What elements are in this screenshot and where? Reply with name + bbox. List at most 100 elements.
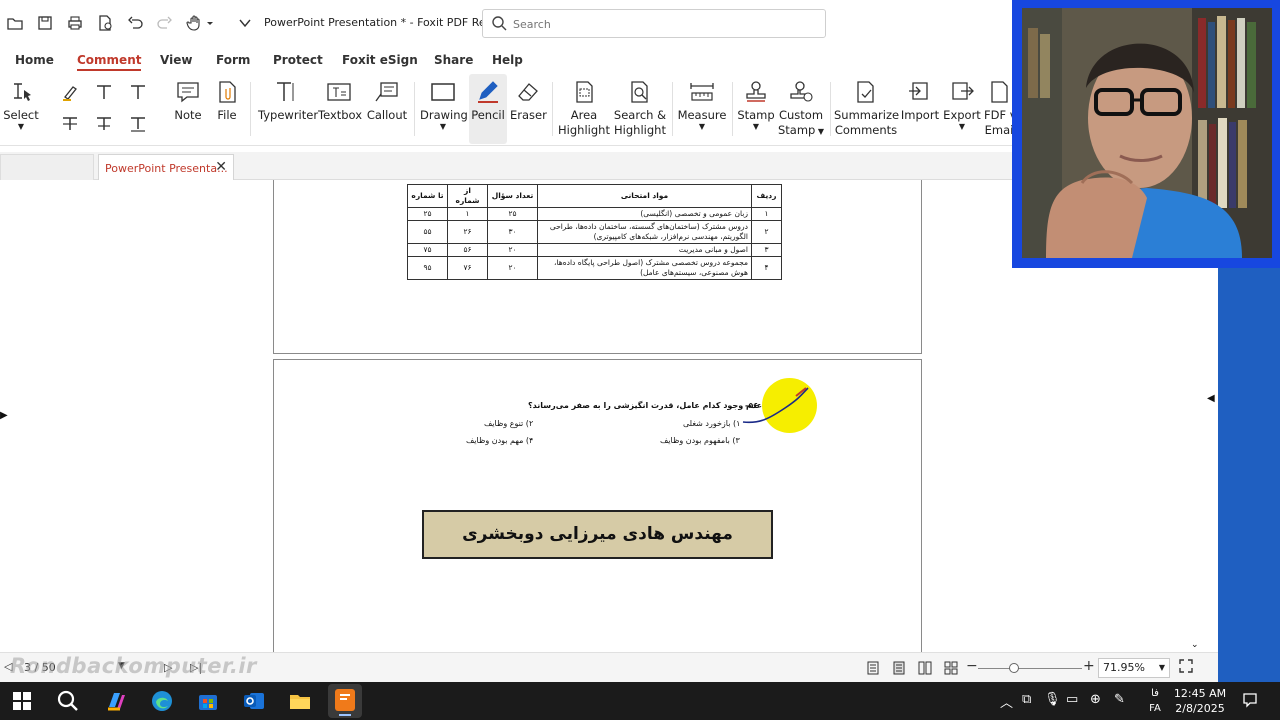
continuous-view-icon[interactable] xyxy=(892,661,906,678)
tab-view[interactable]: View xyxy=(160,53,192,67)
tab-comment[interactable]: Comment xyxy=(77,53,142,71)
eraser-button[interactable]: Eraser xyxy=(510,74,547,144)
notifications-icon[interactable] xyxy=(1242,692,1258,712)
callout-button[interactable]: Callout xyxy=(366,74,408,144)
select-text-icon xyxy=(14,83,31,101)
microsoft-store-icon[interactable] xyxy=(196,689,220,713)
table-cell: زبان عمومی و تخصصی (انگلیسی) xyxy=(537,207,752,221)
language-indicator[interactable]: فا FA xyxy=(1146,686,1164,716)
zoom-slider-track[interactable] xyxy=(978,668,1082,669)
start-tab[interactable] xyxy=(0,154,94,180)
open-folder-icon[interactable] xyxy=(6,14,24,32)
network-globe-icon[interactable]: ⊕ xyxy=(1090,692,1101,707)
hand-tool-icon[interactable] xyxy=(186,14,216,32)
single-page-view-icon[interactable] xyxy=(866,661,880,678)
replace-text-icon[interactable] xyxy=(94,82,114,102)
table-cell: ۷۶ xyxy=(447,256,488,280)
file-explorer-icon[interactable] xyxy=(288,689,312,713)
table-cell: ۲۵ xyxy=(407,207,448,221)
facing-view-icon[interactable] xyxy=(918,661,932,678)
continuous-facing-view-icon[interactable] xyxy=(944,661,958,678)
system-clock[interactable]: 12:45 AM 2/8/2025 xyxy=(1168,686,1232,716)
zoom-out-icon[interactable]: − xyxy=(966,658,978,674)
area-highlight-button[interactable]: Area Highlight xyxy=(558,74,610,144)
save-icon[interactable] xyxy=(36,14,54,32)
pencil-button[interactable]: Pencil xyxy=(469,74,507,144)
fullscreen-icon[interactable] xyxy=(1179,659,1193,676)
right-panel-expand-icon[interactable]: ◀ xyxy=(1207,393,1215,404)
textbox-icon xyxy=(327,83,351,101)
search-input[interactable] xyxy=(513,15,813,33)
meet-now-icon[interactable]: ⧉ xyxy=(1022,692,1031,707)
battery-icon[interactable]: ▭ xyxy=(1066,692,1078,707)
squiggly-text-icon[interactable] xyxy=(128,114,148,134)
search-icon xyxy=(491,15,507,35)
note-button[interactable]: Note xyxy=(170,74,206,144)
search-highlight-button[interactable]: Search & Highlight xyxy=(612,74,668,144)
question-option: ۴) مهم بودن وظایف xyxy=(466,436,534,445)
document-tab[interactable]: PowerPoint Presenta... ✕ xyxy=(98,154,234,181)
tab-protect[interactable]: Protect xyxy=(273,53,323,67)
ribbon-separator xyxy=(552,82,553,136)
document-properties-icon[interactable] xyxy=(96,14,114,32)
show-hidden-icons-icon[interactable]: ︿ xyxy=(1000,692,1013,711)
quick-access-dropdown-icon[interactable] xyxy=(236,14,254,32)
import-button[interactable]: Import xyxy=(900,74,940,144)
copilot-icon[interactable] xyxy=(104,689,128,713)
ribbon-separator xyxy=(732,82,733,136)
presenter-video xyxy=(1022,8,1272,258)
table-cell: ۳۰ xyxy=(487,220,538,244)
foxit-pdf-taskbar-icon[interactable] xyxy=(328,684,362,718)
drawing-button[interactable]: Drawing ▼ xyxy=(420,74,468,144)
pen-icon[interactable]: ✎ xyxy=(1114,692,1125,707)
microphone-icon[interactable]: 🎙 xyxy=(1044,692,1061,707)
file-attachment-button[interactable]: File xyxy=(210,74,244,144)
close-tab-icon[interactable]: ✕ xyxy=(215,159,227,175)
table-header: ردیف xyxy=(751,184,782,208)
undo-icon[interactable] xyxy=(126,14,144,32)
tab-home[interactable]: Home xyxy=(15,53,54,67)
zoom-in-icon[interactable]: + xyxy=(1083,658,1095,674)
edge-browser-icon[interactable] xyxy=(150,689,174,713)
measure-button[interactable]: Measure ▼ xyxy=(676,74,728,144)
textbox-button[interactable]: Textbox xyxy=(318,74,362,144)
import-icon xyxy=(909,82,928,100)
file-attachment-icon xyxy=(219,81,236,103)
highlight-icon[interactable] xyxy=(60,82,80,102)
scroll-down-icon[interactable]: ⌄ xyxy=(1191,640,1199,650)
print-icon[interactable] xyxy=(66,14,84,32)
tab-form[interactable]: Form xyxy=(216,53,250,67)
insert-text-icon[interactable] xyxy=(128,82,148,102)
typewriter-button[interactable]: Typewriter xyxy=(258,74,318,144)
tab-help[interactable]: Help xyxy=(492,53,523,67)
question-option: ۳) بامفهوم بودن وظایف xyxy=(660,436,740,445)
windows-start-icon[interactable] xyxy=(10,689,34,713)
fdf-email-button[interactable]: FDF v Emai xyxy=(984,74,1014,144)
stamp-button[interactable]: Stamp ▼ xyxy=(737,74,775,144)
summarize-comments-button[interactable]: Summarize Comments xyxy=(834,74,899,144)
table-header-row: ردیف مواد امتحانی تعداد سؤال از شماره تا… xyxy=(407,184,782,208)
zoom-slider-handle[interactable] xyxy=(1009,663,1019,673)
typewriter-icon xyxy=(277,82,294,101)
windows-taskbar: ︿ ⧉ 🎙 ▭ ⊕ ✎ فا FA 12:45 AM 2/8/2025 xyxy=(0,682,1280,720)
left-panel-expand-icon[interactable]: ▶ xyxy=(0,410,8,421)
tab-foxit-esign[interactable]: Foxit eSign xyxy=(342,53,418,67)
ribbon-separator xyxy=(414,82,415,136)
table-cell: ۳ xyxy=(751,243,782,257)
table-cell: ۱ xyxy=(751,207,782,221)
export-button[interactable]: Export ▼ xyxy=(942,74,982,144)
tab-share[interactable]: Share xyxy=(434,53,473,67)
redo-icon[interactable] xyxy=(156,14,174,32)
outlook-icon[interactable] xyxy=(242,689,266,713)
zoom-level-select[interactable]: 71.95% ▼ xyxy=(1098,658,1170,678)
custom-stamp-button[interactable]: Custom Stamp ▼ xyxy=(777,74,825,144)
table-header: از شماره xyxy=(447,184,488,208)
select-button[interactable]: Select ▼ xyxy=(2,74,40,144)
pencil-icon xyxy=(478,81,498,103)
strikeout-text-icon[interactable] xyxy=(94,114,114,134)
underline-text-icon[interactable] xyxy=(60,114,80,134)
table-cell: ۱ xyxy=(447,207,488,221)
search-box[interactable] xyxy=(482,9,826,38)
search-icon[interactable] xyxy=(56,689,80,713)
table-row: ۱ زبان عمومی و تخصصی (انگلیسی) ۲۵ ۱ ۲۵ xyxy=(407,207,782,221)
